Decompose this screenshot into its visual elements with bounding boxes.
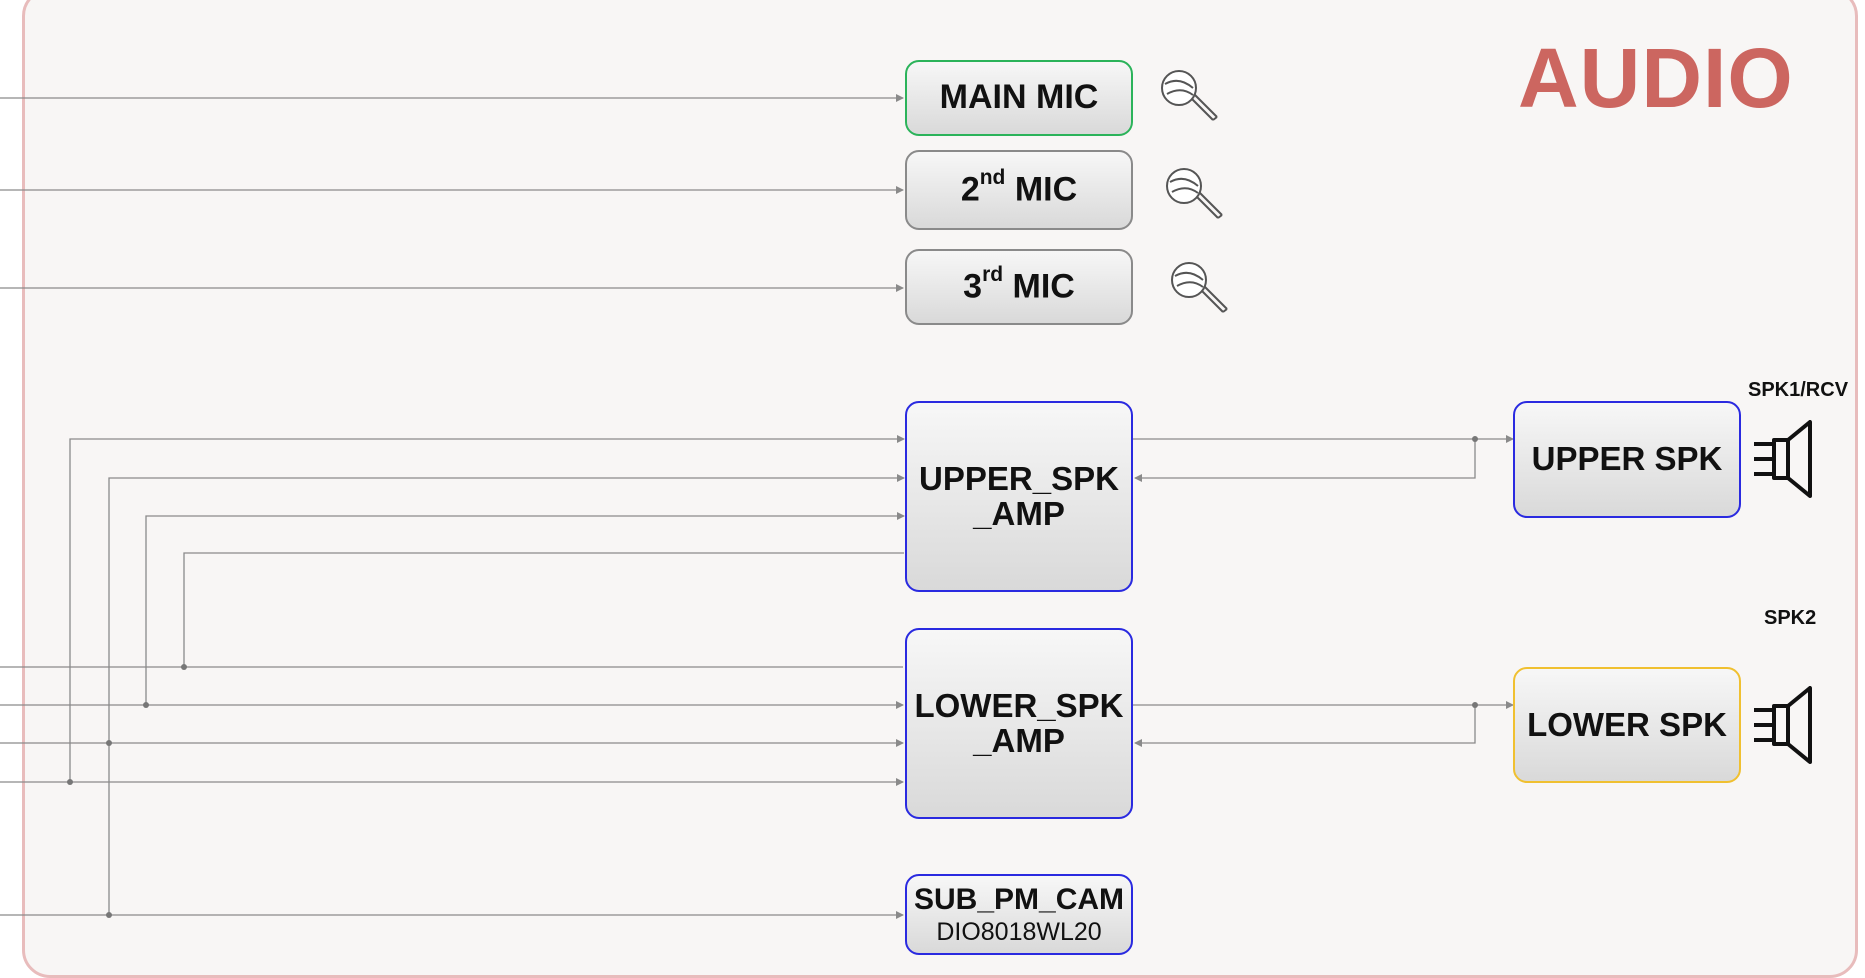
upper-amp-in4 (183, 552, 904, 667)
sub-pm-cam-title: SUB_PM_CAM (913, 882, 1125, 916)
upper-amp-line1: UPPER_SPK (919, 459, 1119, 497)
lower-spk-block[interactable]: LOWER SPK (1513, 667, 1741, 783)
upper-amp-in2 (108, 474, 905, 915)
microphone-icon (1166, 168, 1223, 219)
junction-dot (181, 664, 187, 670)
microphone-icon (1171, 262, 1228, 313)
lower-spk-label: LOWER SPK (1527, 705, 1727, 743)
lower-amp-line1: LOWER_SPK (914, 686, 1124, 724)
mic3-label: 3rd MIC (963, 263, 1075, 306)
sub-pm-cam-block[interactable]: SUB_PM_CAM DIO8018WL20 (905, 874, 1133, 955)
junction-dot (1472, 436, 1478, 442)
lower-amp-line2: _AMP (973, 721, 1065, 759)
junction-dot (106, 740, 112, 746)
junction-dot (106, 912, 112, 918)
mic2-block[interactable]: 2nd MIC (905, 150, 1133, 230)
speaker-icon (1754, 420, 1812, 498)
spk2-label: SPK2 (1764, 607, 1817, 629)
sub-pm-cam-part: DIO8018WL20 (936, 918, 1102, 947)
junction-dot (67, 779, 73, 785)
mic2-label: 2nd MIC (960, 166, 1078, 209)
upper-spk-block[interactable]: UPPER SPK (1513, 401, 1741, 518)
upper-amp-in1 (69, 435, 905, 782)
lower-spk-amp-block[interactable]: LOWER_SPK _AMP (905, 628, 1133, 819)
upper-spk-feedback (1134, 439, 1476, 482)
upper-spk-label: UPPER SPK (1531, 440, 1723, 478)
speaker-icon (1754, 686, 1812, 764)
upper-amp-line2: _AMP (973, 494, 1065, 532)
mic3-block[interactable]: 3rd MIC (905, 249, 1133, 325)
junction-dot (143, 702, 149, 708)
page-title: AUDIO (1518, 31, 1794, 125)
main-mic-label: MAIN MIC (939, 78, 1099, 117)
main-mic-block[interactable]: MAIN MIC (905, 60, 1133, 136)
microphone-icon (1161, 70, 1218, 121)
spk1-label: SPK1/RCV (1748, 379, 1849, 401)
upper-spk-amp-block[interactable]: UPPER_SPK _AMP (905, 401, 1133, 592)
junction-dot (1472, 702, 1478, 708)
upper-amp-in3 (145, 512, 905, 705)
lower-spk-feedback (1134, 705, 1476, 747)
